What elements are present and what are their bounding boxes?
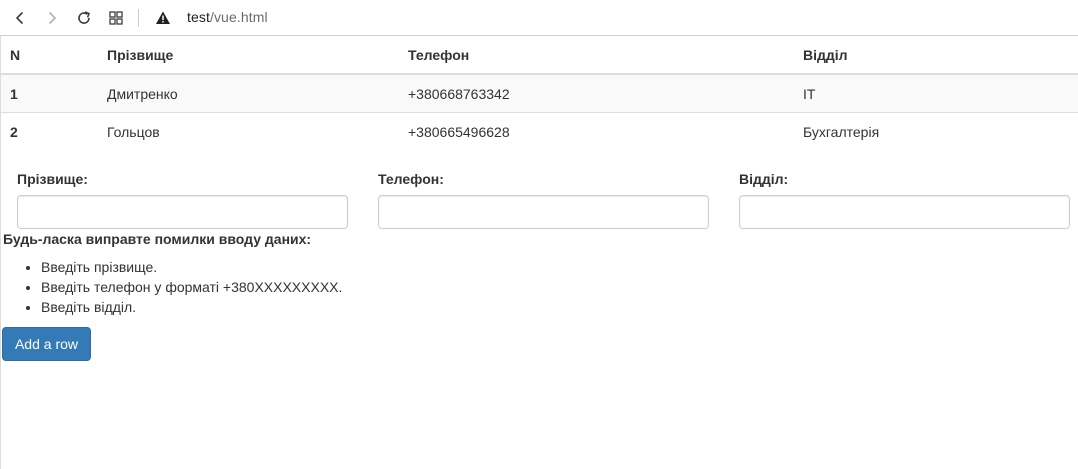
cell-department: Бухгалтерія bbox=[794, 112, 1078, 150]
surname-group: Прізвище: bbox=[17, 171, 348, 229]
phone-group: Телефон: bbox=[378, 171, 709, 229]
department-label: Відділ: bbox=[739, 171, 789, 187]
cell-n: 1 bbox=[1, 73, 98, 113]
cell-surname: Дмитренко bbox=[98, 73, 399, 113]
forward-icon[interactable] bbox=[41, 7, 63, 29]
cell-department: IT bbox=[794, 73, 1078, 113]
back-icon[interactable] bbox=[9, 7, 31, 29]
address-path: /vue.html bbox=[209, 9, 268, 25]
list-item: Введіть прізвище. bbox=[41, 257, 342, 277]
header-n: N bbox=[1, 36, 98, 75]
errors-list: Введіть прізвище. Введіть телефон у форм… bbox=[3, 257, 342, 317]
phone-label: Телефон: bbox=[378, 171, 444, 187]
table-header-row: N Прізвище Телефон Відділ bbox=[1, 36, 1078, 75]
employees-table: N Прізвище Телефон Відділ 1 Дмитренко +3… bbox=[1, 36, 1078, 150]
list-item: Введіть відділ. bbox=[41, 297, 342, 317]
page-content: N Прізвище Телефон Відділ 1 Дмитренко +3… bbox=[0, 36, 1078, 469]
cell-phone: +380668763342 bbox=[399, 73, 794, 113]
surname-input[interactable] bbox=[17, 195, 348, 229]
reload-icon[interactable] bbox=[73, 7, 95, 29]
errors-title: Будь-ласка виправте помилки вводу даних: bbox=[3, 231, 312, 247]
header-department: Відділ bbox=[794, 36, 1078, 75]
table-row: 1 Дмитренко +380668763342 IT bbox=[1, 73, 1078, 113]
warning-icon[interactable] bbox=[152, 7, 174, 29]
browser-toolbar: test/vue.html bbox=[0, 0, 1078, 36]
cell-surname: Гольцов bbox=[98, 112, 399, 150]
phone-input[interactable] bbox=[378, 195, 709, 229]
address-bar[interactable]: test/vue.html bbox=[187, 9, 268, 25]
add-row-button[interactable]: Add a row bbox=[2, 327, 91, 361]
header-surname: Прізвище bbox=[98, 36, 399, 75]
table-row: 2 Гольцов +380665496628 Бухгалтерія bbox=[1, 112, 1078, 150]
cell-n: 2 bbox=[1, 112, 98, 150]
toolbar-divider bbox=[138, 9, 139, 27]
header-phone: Телефон bbox=[399, 36, 794, 75]
department-input[interactable] bbox=[739, 195, 1070, 229]
tabs-grid-icon[interactable] bbox=[105, 7, 127, 29]
address-host: test bbox=[187, 9, 210, 25]
validation-errors: Будь-ласка виправте помилки вводу даних:… bbox=[3, 231, 342, 317]
cell-phone: +380665496628 bbox=[399, 112, 794, 150]
surname-label: Прізвище: bbox=[17, 171, 88, 187]
list-item: Введіть телефон у форматі +380XXXXXXXXX. bbox=[41, 277, 342, 297]
department-group: Відділ: bbox=[739, 171, 1070, 229]
